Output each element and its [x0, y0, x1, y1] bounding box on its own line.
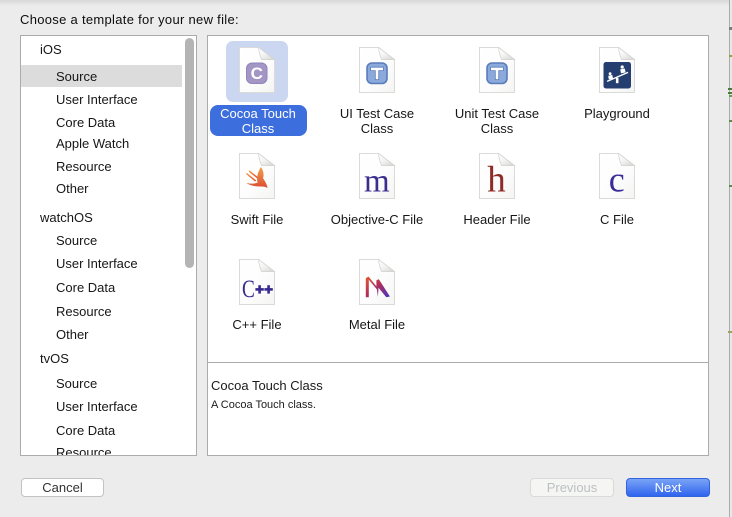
svg-text:c: c: [609, 159, 625, 199]
svg-text:C: C: [251, 64, 263, 83]
svg-text:C: C: [242, 276, 255, 303]
svg-text:h: h: [487, 159, 506, 200]
svg-text:m: m: [364, 163, 390, 199]
